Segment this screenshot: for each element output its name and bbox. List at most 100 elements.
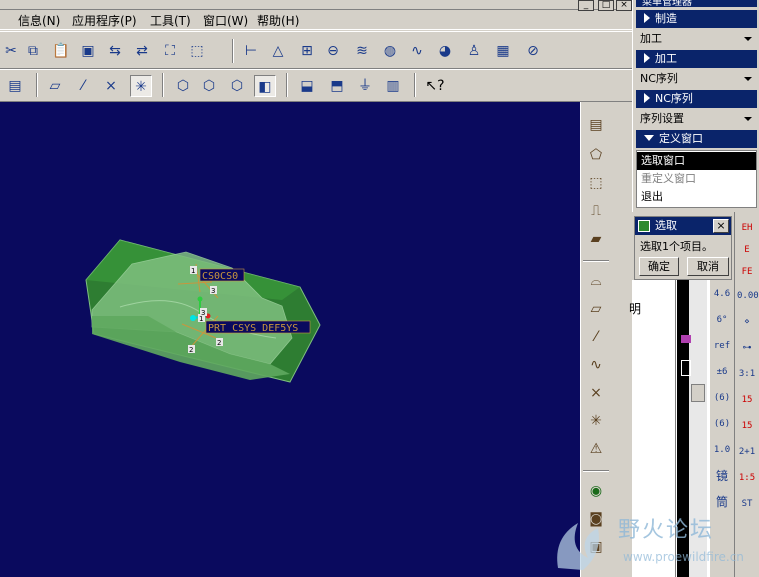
context-help-icon[interactable]: ↖? [424, 75, 446, 97]
plane-icon[interactable]: ▱ [585, 298, 607, 320]
scale-icon[interactable]: 1:5 [737, 468, 757, 488]
toolbar-separator [232, 39, 234, 63]
color-icon[interactable]: ◕ [434, 40, 456, 62]
surface-icon[interactable]: ▰ [585, 228, 607, 250]
section-icon[interactable]: ⊖ [322, 40, 344, 62]
mm-header-machining[interactable]: 加工 [636, 50, 757, 68]
menu-window[interactable]: 窗口(W) [203, 13, 248, 29]
datum-plane-icon[interactable]: ▱ [44, 75, 66, 97]
scissors-icon[interactable]: ✂ [0, 40, 22, 62]
regenerate-icon[interactable]: ⇆ [104, 40, 126, 62]
curvature-icon[interactable]: ≋ [351, 40, 373, 62]
csys-create-icon[interactable]: ✳ [585, 410, 607, 432]
toolbar-separator [583, 260, 609, 262]
csys-icon[interactable]: ✳ [130, 75, 152, 97]
graphics-viewport[interactable]: CS0CS0 PRT_CSYS_DEF5YS 1 3 2 1 2 3 [0, 102, 580, 577]
sim-icon[interactable]: ▦ [492, 40, 514, 62]
datum-axis-icon[interactable]: ⁄ [72, 75, 94, 97]
cancel-button[interactable]: 取消 [687, 257, 729, 276]
mass-icon[interactable]: ♙ [463, 40, 485, 62]
mm-item-sequence-setup[interactable]: 序列设置 [636, 110, 757, 128]
paren-dim-icon[interactable]: (6) [712, 388, 732, 408]
decimal-icon[interactable]: 1.0 [712, 440, 732, 460]
mm-item-machining[interactable]: 加工 [636, 30, 757, 48]
nc-fixture-icon[interactable]: ⬒ [326, 75, 348, 97]
app-window: _ □ × 信息(N) 应用程序(P) 工具(T) 窗口(W) 帮助(H) ✂ … [0, 0, 759, 577]
datum-point-icon[interactable]: × [100, 75, 122, 97]
model-analysis-icon[interactable]: △ [267, 40, 289, 62]
analysis-icon[interactable]: ⚠ [585, 438, 607, 460]
nc-run-icon[interactable]: ⏚ [354, 75, 376, 97]
copy-icon[interactable]: ⧉ [22, 40, 44, 62]
e-icon[interactable]: E [737, 240, 757, 260]
watermark-logo-icon [557, 523, 599, 570]
nc-output-icon[interactable]: ▥ [382, 75, 404, 97]
hidden-line-icon[interactable]: ⬡ [198, 75, 220, 97]
ratio-icon[interactable]: 3:1 [737, 364, 757, 384]
nc-tool-icon[interactable]: ⬓ [296, 75, 318, 97]
curve-icon[interactable]: ∿ [585, 354, 607, 376]
model-tree-icon[interactable]: ⇄ [131, 40, 153, 62]
wireframe-icon[interactable]: ⬡ [172, 75, 194, 97]
select-dialog-titlebar: 选取 × [635, 217, 731, 235]
toolbar-top: ✂ ⧉ 📋 ▣ ⇆ ⇄ ⛶ ⬚ ⊢ △ ⊞ ⊖ ≋ ◍ ∿ ◕ ♙ ▦ ⊘ [0, 31, 632, 69]
paste-icon[interactable]: 📋 [50, 40, 72, 62]
mm-header-nc-sequence[interactable]: NC序列 [636, 90, 757, 108]
wave-icon[interactable]: ∿ [406, 40, 428, 62]
minimize-icon[interactable]: _ [578, 0, 594, 11]
plus-minus-icon[interactable]: ±6 [712, 362, 732, 382]
menu-info[interactable]: 信息(N) [18, 13, 60, 29]
mirror-icon[interactable]: 镜 [712, 466, 732, 486]
maximize-icon[interactable]: □ [598, 0, 614, 11]
menu-applications[interactable]: 应用程序(P) [72, 13, 137, 29]
background-text: 明 [629, 302, 642, 316]
chain-dim-icon[interactable]: ⊶ [737, 338, 757, 358]
fifteen-icon[interactable]: 15 [737, 390, 757, 410]
menu-help[interactable]: 帮助(H) [257, 13, 299, 29]
select-box-icon[interactable]: ⬚ [186, 40, 208, 62]
zero-dim-icon[interactable]: 0.00 [737, 286, 759, 306]
sum-icon[interactable]: 2+1 [737, 442, 757, 462]
extrude-icon[interactable]: ⬠ [585, 144, 607, 166]
watermark: 野火论坛 www.proewildfire.cn [548, 508, 759, 577]
shade-icon[interactable]: ◍ [379, 40, 401, 62]
eh-icon[interactable]: EH [737, 218, 757, 238]
volume-icon[interactable]: ⎍ [585, 200, 607, 222]
sketch-icon[interactable]: ⌓ [585, 270, 607, 292]
shading-icon[interactable]: ◧ [254, 75, 276, 97]
find-icon[interactable]: ⛶ [159, 40, 181, 62]
ref-dim-icon[interactable]: ref [712, 336, 732, 356]
paren-dim-b-icon[interactable]: (6) [712, 414, 732, 434]
paste-special-icon[interactable]: ▣ [77, 40, 99, 62]
tolerance-icon[interactable]: 4.6 [712, 284, 732, 304]
title-bar-strip [0, 0, 632, 10]
fe-icon[interactable]: FE [737, 262, 757, 282]
measure-icon[interactable]: ⊢ [240, 40, 262, 62]
mm-header-manufacture[interactable]: 制造 [636, 10, 757, 28]
point-dim-icon[interactable]: ⋄ [737, 312, 757, 332]
workpiece-icon[interactable]: ▤ [585, 114, 607, 136]
angle-icon[interactable]: 6° [712, 310, 732, 330]
mm-header-define-window[interactable]: 定义窗口 [636, 130, 757, 148]
close-icon[interactable]: × [713, 219, 729, 233]
csys-label-cs0: CS0CS0 [202, 271, 238, 282]
close-icon[interactable]: × [616, 0, 632, 11]
svg-text:3: 3 [211, 287, 215, 295]
triangle-right-icon [644, 13, 650, 23]
save-copy-icon[interactable]: ▤ [4, 75, 26, 97]
mm-option-quit[interactable]: 退出 [637, 188, 756, 206]
scroll-thumb[interactable] [691, 384, 705, 402]
globe-icon[interactable]: ◉ [585, 480, 607, 502]
mm-item-nc-sequence[interactable]: NC序列 [636, 70, 757, 88]
axis-icon[interactable]: ⁄ [585, 326, 607, 348]
no-hidden-icon[interactable]: ⬡ [226, 75, 248, 97]
mm-option-select-window[interactable]: 选取窗口 [637, 152, 756, 170]
triangle-right-icon [644, 93, 650, 103]
clip-icon[interactable]: ⊘ [522, 40, 544, 62]
menu-tools[interactable]: 工具(T) [150, 13, 191, 29]
ok-button[interactable]: 确定 [639, 257, 679, 276]
fifteen-b-icon[interactable]: 15 [737, 416, 757, 436]
box-icon[interactable]: ⬚ [585, 172, 607, 194]
table-icon[interactable]: ⊞ [296, 40, 318, 62]
point-icon[interactable]: × [585, 382, 607, 404]
